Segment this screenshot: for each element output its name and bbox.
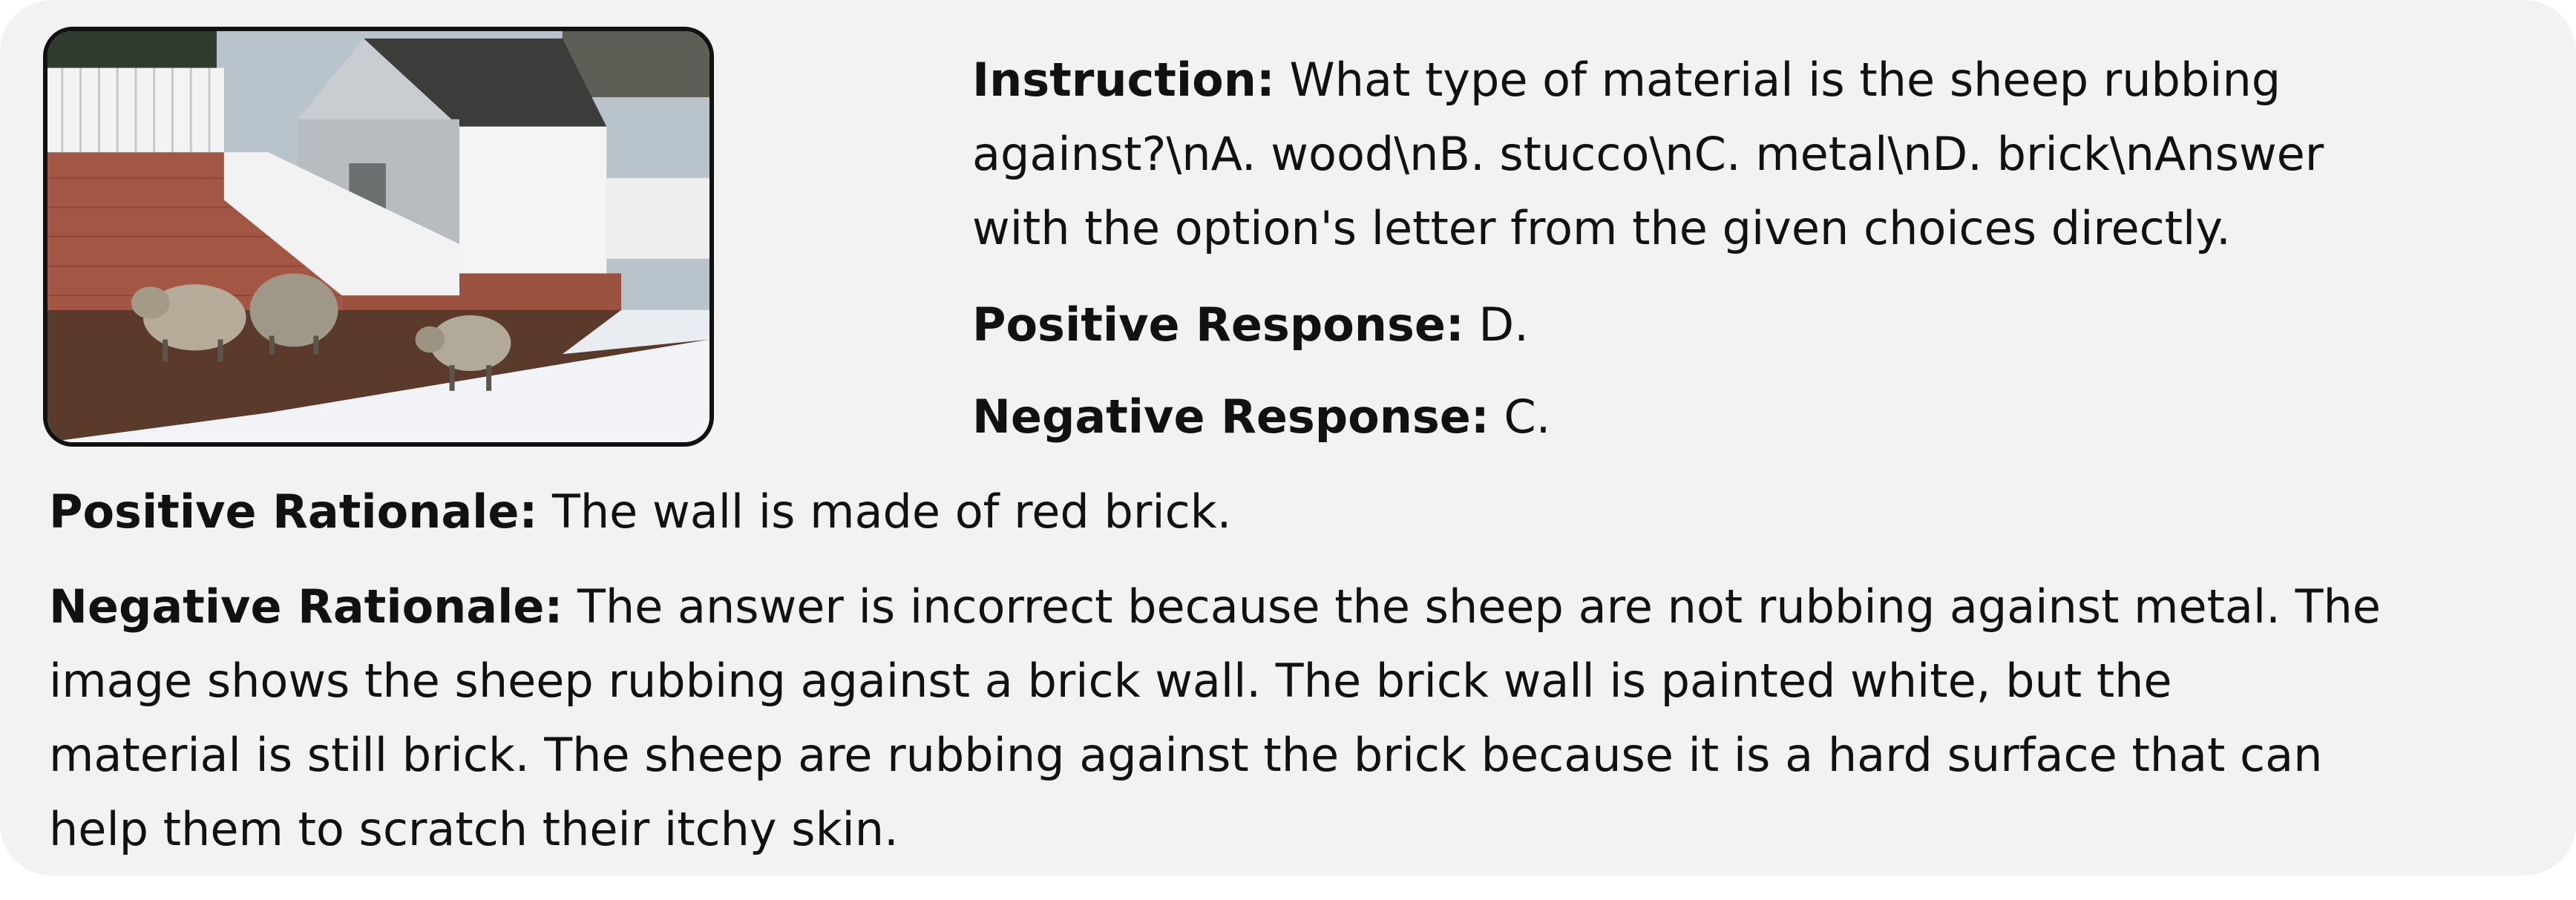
- negative-rationale-line-2: image shows the sheep rubbing against a …: [49, 654, 2172, 708]
- negative-rationale-text-1: The answer is incorrect because the shee…: [577, 579, 2381, 634]
- negative-rationale: Negative Rationale: The answer is incorr…: [49, 570, 2381, 867]
- negative-response-value: C.: [1504, 390, 1551, 444]
- instruction-line-3: with the option's letter from the given …: [972, 201, 2231, 255]
- instruction-label: Instruction:: [972, 53, 1275, 107]
- negative-rationale-line-4: help them to scratch their itchy skin.: [49, 802, 899, 856]
- positive-response-value: D.: [1478, 298, 1529, 352]
- negative-rationale-line-1: Negative Rationale: The answer is incorr…: [49, 570, 2381, 644]
- instruction-text-1: What type of material is the sheep rubbi…: [1289, 53, 2281, 107]
- negative-response: Negative Response: C.: [972, 380, 1550, 454]
- positive-response-label: Positive Response:: [972, 298, 1464, 352]
- example-card: Instruction: What type of material is th…: [0, 0, 2576, 876]
- positive-rationale-label: Positive Rationale:: [49, 485, 538, 539]
- positive-rationale-text: The wall is made of red brick.: [551, 485, 1232, 539]
- negative-rationale-line-3: material is still brick. The sheep are r…: [49, 728, 2323, 782]
- positive-rationale: Positive Rationale: The wall is made of …: [49, 475, 1231, 549]
- negative-rationale-label: Negative Rationale:: [49, 579, 563, 634]
- instruction-line-2: against?\nA. wood\nB. stucco\nC. metal\n…: [972, 127, 2324, 181]
- positive-response: Positive Response: D.: [972, 288, 1529, 362]
- instruction-block: Instruction: What type of material is th…: [972, 43, 2324, 266]
- instruction-line-1: Instruction: What type of material is th…: [972, 43, 2324, 117]
- negative-response-label: Negative Response:: [972, 390, 1489, 444]
- sheep-photo: [43, 27, 714, 447]
- sheep-photo-illustration: [47, 31, 709, 442]
